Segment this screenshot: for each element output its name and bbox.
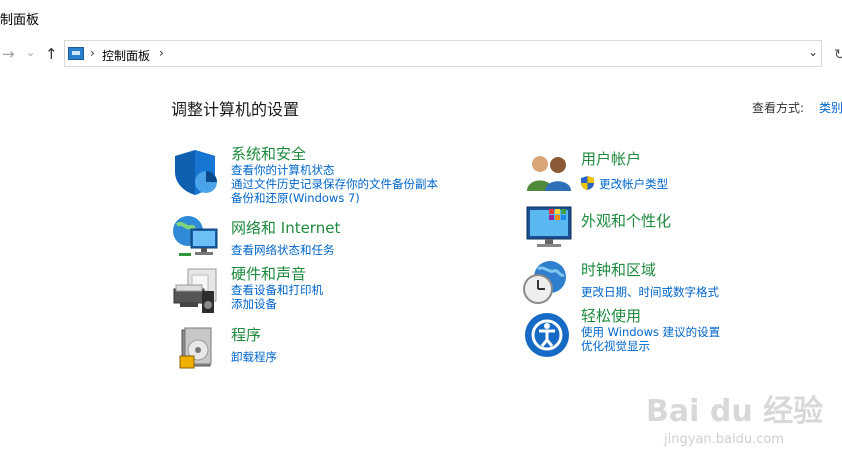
breadcrumb-separator[interactable]: › (90, 46, 95, 60)
control-panel-icon (68, 47, 84, 60)
link-uninstall-program[interactable]: 卸载程序 (231, 350, 277, 364)
address-dropdown-icon[interactable]: ⌄ (808, 45, 818, 59)
recent-locations-icon[interactable]: ⌄ (26, 46, 35, 59)
page-title: 调整计算机的设置 (171, 100, 300, 119)
programs-icon[interactable] (178, 326, 216, 370)
window-title: 制面板 (0, 13, 40, 28)
printer-speaker-icon[interactable] (172, 267, 222, 317)
watermark-url: jingyan.baidu.com (664, 432, 784, 447)
breadcrumb-separator[interactable]: › (159, 46, 164, 60)
link-file-history-backup[interactable]: 通过文件历史记录保存你的文件备份副本 (231, 177, 438, 191)
link-optimize-visual-display[interactable]: 优化视觉显示 (581, 339, 720, 353)
category-user-accounts: 用户帐户 更改帐户类型 (581, 150, 668, 192)
view-by-dropdown[interactable]: 类别 (819, 99, 842, 116)
link-add-device[interactable]: 添加设备 (231, 297, 323, 311)
link-view-computer-status[interactable]: 查看你的计算机状态 (231, 163, 438, 177)
category-title[interactable]: 网络和 Internet (231, 219, 340, 237)
category-title[interactable]: 轻松使用 (581, 307, 720, 325)
link-row: 更改帐户类型 (581, 173, 668, 192)
title-bar: 制面板 (0, 0, 842, 34)
category-title[interactable]: 系统和安全 (231, 145, 438, 163)
category-title[interactable]: 硬件和声音 (231, 265, 323, 283)
network-globe-icon[interactable] (171, 213, 221, 261)
category-title[interactable]: 程序 (231, 326, 277, 344)
category-programs: 程序 卸载程序 (231, 326, 277, 364)
category-clock-region: 时钟和区域 更改日期、时间或数字格式 (581, 261, 719, 299)
baidu-jingyan-watermark: Bai du 经验 (646, 394, 824, 429)
category-hardware-sound: 硬件和声音 查看设备和打印机 添加设备 (231, 265, 323, 311)
link-view-network-status[interactable]: 查看网络状态和任务 (231, 243, 340, 257)
link-view-devices-printers[interactable]: 查看设备和打印机 (231, 283, 323, 297)
ease-of-access-icon[interactable] (524, 312, 570, 358)
view-by-label: 查看方式: (752, 101, 805, 115)
link-change-date-time-format[interactable]: 更改日期、时间或数字格式 (581, 285, 719, 299)
refresh-button[interactable]: ↻ (834, 47, 842, 63)
shield-icon[interactable] (173, 148, 219, 196)
category-title[interactable]: 用户帐户 (581, 150, 668, 168)
up-button[interactable]: ↑ (45, 45, 58, 63)
category-network-internet: 网络和 Internet 查看网络状态和任务 (231, 219, 340, 257)
breadcrumb-control-panel[interactable]: 控制面板 (102, 47, 150, 64)
link-backup-restore[interactable]: 备份和还原(Windows 7) (231, 191, 438, 205)
link-windows-recommended-settings[interactable]: 使用 Windows 建议的设置 (581, 325, 720, 339)
appearance-monitor-icon[interactable] (525, 203, 573, 249)
category-ease-of-access: 轻松使用 使用 Windows 建议的设置 优化视觉显示 (581, 307, 720, 353)
back-button[interactable]: → (2, 45, 15, 63)
category-appearance: 外观和个性化 (581, 212, 671, 230)
link-change-account-type[interactable]: 更改帐户类型 (599, 177, 668, 191)
category-system-security: 系统和安全 查看你的计算机状态 通过文件历史记录保存你的文件备份副本 备份和还原… (231, 145, 438, 205)
clock-globe-icon[interactable] (522, 259, 570, 305)
address-bar[interactable]: › 控制面板 › ⌄ (64, 40, 822, 67)
category-title[interactable]: 时钟和区域 (581, 261, 719, 279)
category-title[interactable]: 外观和个性化 (581, 212, 671, 230)
navigation-bar: → ⌄ ↑ › 控制面板 › ⌄ ↻ (0, 38, 842, 70)
uac-shield-icon (581, 176, 594, 190)
user-accounts-icon[interactable] (524, 153, 574, 193)
